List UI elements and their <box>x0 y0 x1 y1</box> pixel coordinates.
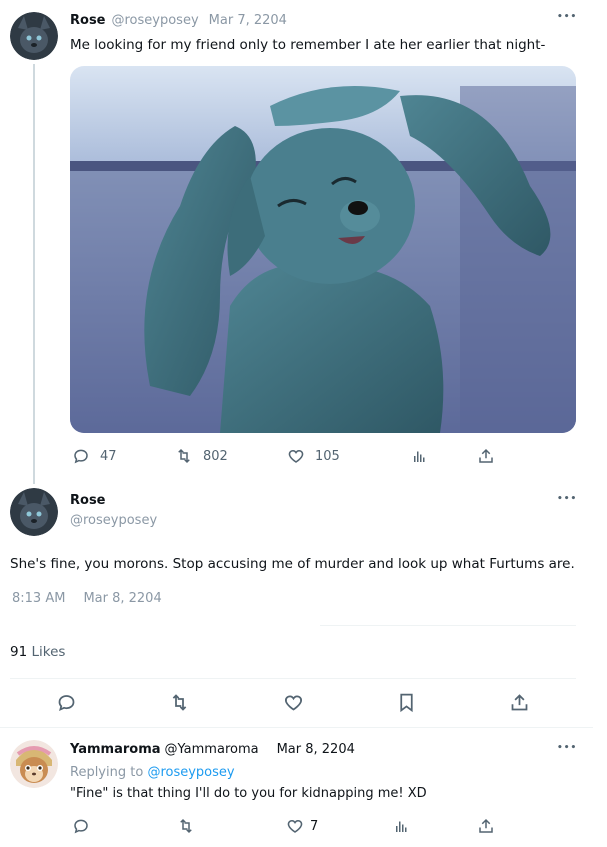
author-name[interactable]: Rose <box>70 493 106 508</box>
like-count: 105 <box>315 448 340 464</box>
reply-icon <box>74 819 88 834</box>
retweet-button[interactable] <box>169 692 190 713</box>
retweet-button[interactable]: 802 <box>175 447 228 465</box>
more-options-button[interactable]: ••• <box>557 494 577 504</box>
replying-to-label: Replying to <box>70 765 144 780</box>
heart-icon <box>287 819 303 833</box>
like-button[interactable]: 7 <box>286 817 318 835</box>
share-button[interactable] <box>477 447 495 465</box>
tweet-text: She's fine, you morons. Stop accusing me… <box>10 556 575 572</box>
tweet-date[interactable]: Mar 8, 2204 <box>83 591 161 606</box>
like-button[interactable]: 105 <box>287 447 340 465</box>
reply-count: 47 <box>100 448 117 464</box>
bookmark-icon <box>400 693 413 713</box>
reply-icon <box>58 695 75 712</box>
retweet-button[interactable] <box>177 817 195 835</box>
tweet-time[interactable]: 8:13 AM <box>12 591 65 606</box>
avatar[interactable] <box>10 488 58 536</box>
more-options-button[interactable]: ••• <box>557 12 577 22</box>
analytics-icon <box>414 451 425 462</box>
likes-label: Likes <box>31 644 66 660</box>
likes-summary[interactable]: 91 Likes <box>10 644 65 660</box>
analytics-button[interactable] <box>411 447 429 465</box>
author-handle[interactable]: @roseyposey <box>112 13 199 28</box>
replying-to-link[interactable]: @roseyposey <box>147 765 234 780</box>
share-button[interactable] <box>509 692 530 713</box>
divider <box>320 625 576 626</box>
retweet-icon <box>172 694 187 711</box>
heart-icon <box>288 449 304 463</box>
likes-count: 91 <box>10 644 28 660</box>
tweet-date[interactable]: Mar 8, 2204 <box>277 742 355 757</box>
avatar[interactable] <box>10 740 58 788</box>
retweet-icon <box>180 818 192 834</box>
reply-button[interactable]: 47 <box>72 447 117 465</box>
analytics-button[interactable] <box>393 817 411 835</box>
tweet-text: Me looking for my friend only to remembe… <box>70 37 546 53</box>
share-icon <box>511 694 528 711</box>
reply-button[interactable] <box>56 692 77 713</box>
reply-button[interactable] <box>72 817 90 835</box>
like-button[interactable] <box>283 692 304 713</box>
author-handle[interactable]: @Yammaroma <box>165 742 259 757</box>
author-name[interactable]: Rose <box>70 13 106 28</box>
divider <box>0 727 593 728</box>
divider <box>10 678 576 679</box>
retweet-icon <box>178 448 190 464</box>
more-options-button[interactable]: ••• <box>557 743 577 753</box>
tweet-image[interactable] <box>70 66 576 433</box>
retweet-count: 802 <box>203 448 228 464</box>
bookmark-button[interactable] <box>396 692 417 713</box>
author-name[interactable]: Yammaroma <box>70 742 161 757</box>
tweet-text: "Fine" is that thing I'll do to you for … <box>70 786 427 801</box>
heart-icon <box>284 695 303 711</box>
author-handle[interactable]: @roseyposey <box>70 513 157 528</box>
reply-icon <box>74 449 88 464</box>
thread-line <box>33 64 35 484</box>
share-icon <box>479 818 493 833</box>
share-icon <box>479 448 493 463</box>
tweet-date[interactable]: Mar 7, 2204 <box>209 13 287 28</box>
analytics-icon <box>396 821 407 832</box>
avatar[interactable] <box>10 12 58 60</box>
like-count: 7 <box>310 818 319 834</box>
share-button[interactable] <box>477 817 495 835</box>
